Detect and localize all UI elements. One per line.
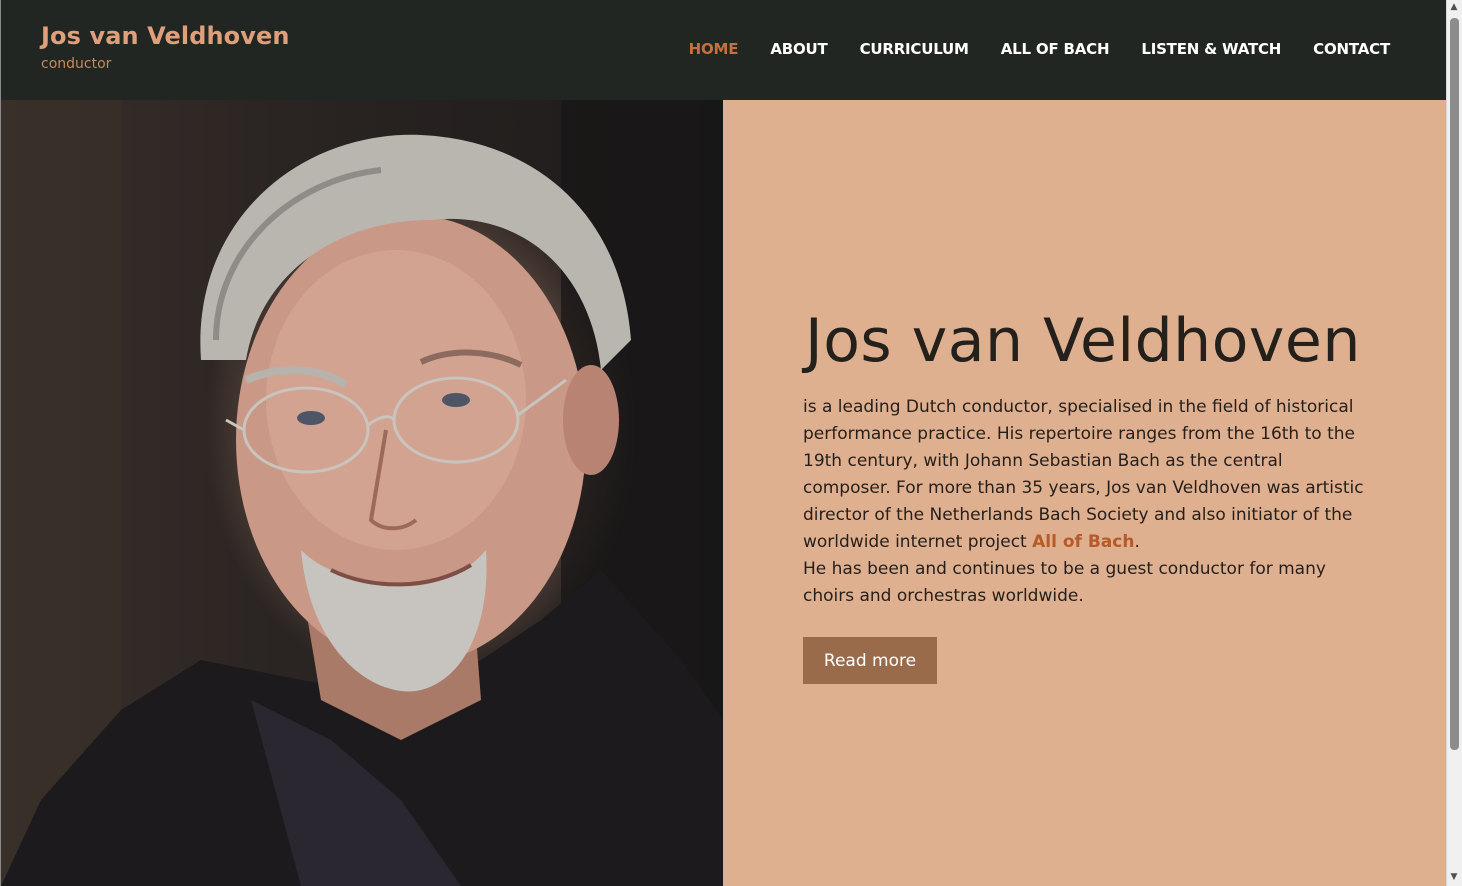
intro-text: is a leading Dutch conductor, specialise… (803, 397, 1364, 552)
site-name[interactable]: Jos van Veldhoven (41, 22, 290, 50)
nav-item-contact[interactable]: CONTACT (1313, 40, 1390, 58)
portrait-illustration (1, 100, 723, 886)
all-of-bach-link[interactable]: All of Bach (1032, 532, 1134, 552)
hero-intro: is a leading Dutch conductor, specialise… (803, 394, 1373, 610)
site-header: Jos van Veldhoven conductor HOME ABOUT C… (1, 0, 1446, 100)
nav-item-about[interactable]: ABOUT (770, 40, 827, 58)
nav-item-curriculum[interactable]: CURRICULUM (860, 40, 969, 58)
browser-viewport: Jos van Veldhoven conductor HOME ABOUT C… (0, 0, 1446, 886)
page-scrollbar[interactable]: ▲ ▼ (1446, 0, 1462, 886)
guest-conductor-paragraph: He has been and continues to be a guest … (803, 559, 1326, 606)
read-more-button[interactable]: Read more (803, 637, 937, 684)
nav-item-listen-watch[interactable]: LISTEN & WATCH (1141, 40, 1281, 58)
scroll-down-arrow-icon[interactable]: ▼ (1449, 872, 1459, 882)
intro-paragraph: is a leading Dutch conductor, specialise… (803, 394, 1373, 556)
hero-title: Jos van Veldhoven (805, 306, 1361, 376)
nav-item-all-of-bach[interactable]: ALL OF BACH (1001, 40, 1110, 58)
portrait-photo (1, 100, 723, 886)
intro-text-end: . (1134, 532, 1140, 552)
intro-panel: Jos van Veldhoven is a leading Dutch con… (723, 100, 1446, 886)
nav-item-home[interactable]: HOME (689, 40, 739, 58)
scrollbar-thumb[interactable] (1450, 18, 1459, 750)
scroll-up-arrow-icon[interactable]: ▲ (1449, 2, 1459, 12)
site-tagline: conductor (41, 56, 112, 72)
main-nav: HOME ABOUT CURRICULUM ALL OF BACH LISTEN… (689, 40, 1391, 58)
